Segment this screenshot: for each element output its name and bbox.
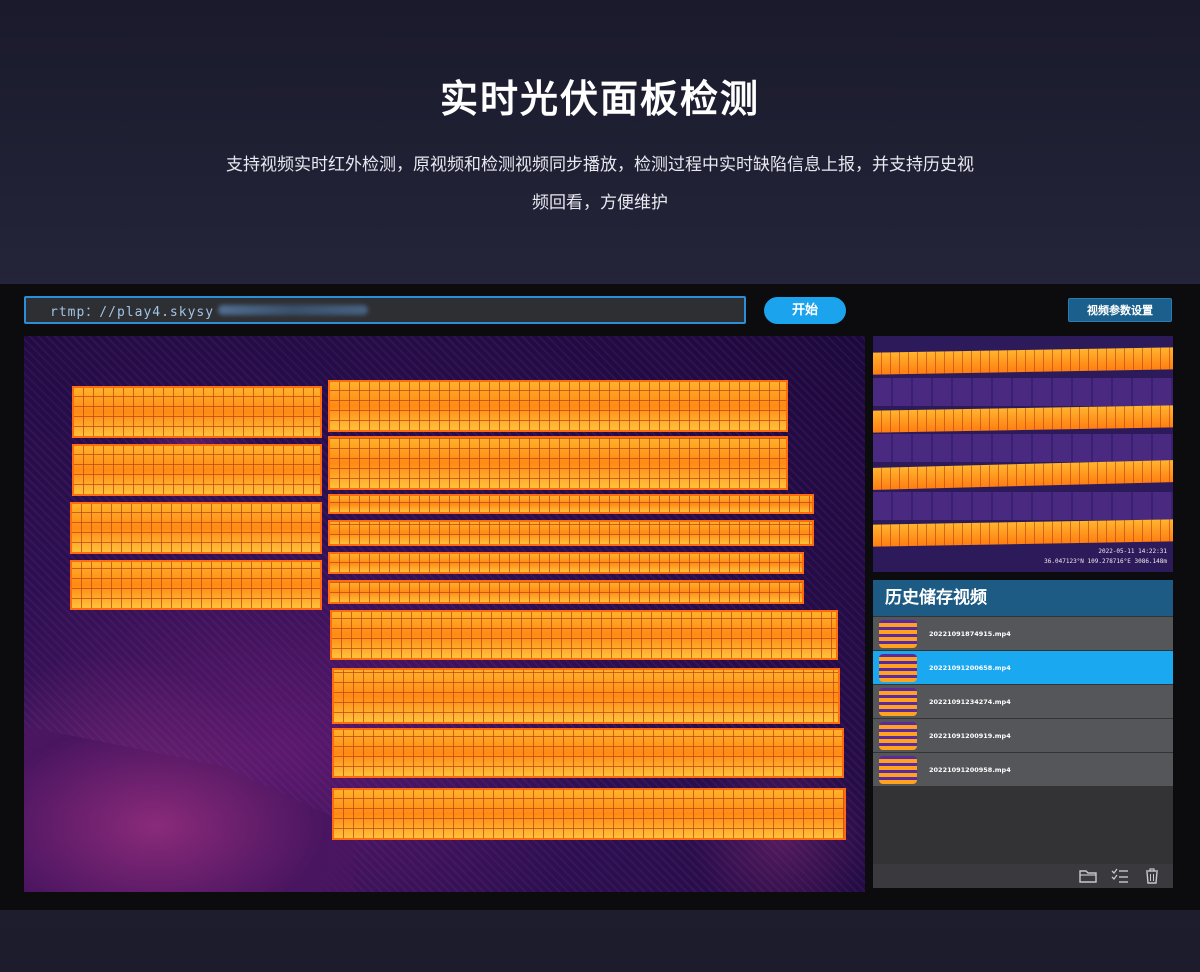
preview-coords: 36.047123°N 109.278716°E 3086.148m <box>1044 558 1167 565</box>
thermal-main-video <box>24 336 865 892</box>
folder-icon[interactable] <box>1079 868 1097 884</box>
panel-strip <box>873 347 1173 375</box>
hero-desc-line-1: 支持视频实时红外检测，原视频和检测视频同步播放，检测过程中实时缺陷信息上报，并支… <box>226 155 974 175</box>
video-filename: 20221091234274.mp4 <box>929 697 1011 706</box>
thermal-preview-video: 2022-05-11 14:22:31 36.047123°N 109.2787… <box>873 336 1173 572</box>
panel-strip <box>873 460 1173 490</box>
panel-strip-cold <box>873 434 1173 462</box>
panel-strip <box>873 519 1173 547</box>
video-params-button[interactable]: 视频参数设置 <box>1068 298 1172 322</box>
history-list-item[interactable]: 20221091200919.mp4 <box>873 719 1173 752</box>
history-list-item[interactable]: 20221091234274.mp4 <box>873 685 1173 718</box>
preview-timestamp: 2022-05-11 14:22:31 <box>1098 548 1167 555</box>
video-thumbnail <box>879 687 917 716</box>
stream-url-input[interactable]: rtmp：//play4.skysy <box>24 296 746 324</box>
history-list-item[interactable]: 20221091874915.mp4 <box>873 617 1173 650</box>
panel-strip <box>873 405 1173 433</box>
solar-panel-array <box>328 552 804 574</box>
video-filename: 20221091200658.mp4 <box>929 663 1011 672</box>
history-toolbar <box>873 864 1173 888</box>
hero-title: 实时光伏面板检测 <box>439 77 760 121</box>
hero-description: 支持视频实时红外检测，原视频和检测视频同步播放，检测过程中实时缺陷信息上报，并支… <box>160 146 1040 222</box>
solar-panel-array <box>72 386 322 438</box>
history-list-item-selected[interactable]: 20221091200658.mp4 <box>873 651 1173 684</box>
history-list-item[interactable]: 20221091200958.mp4 <box>873 753 1173 786</box>
solar-panel-array <box>328 380 788 432</box>
panel-strip-cold <box>873 378 1173 406</box>
solar-panel-array <box>328 494 814 514</box>
solar-panel-array <box>328 580 804 604</box>
solar-panel-array <box>332 668 840 724</box>
solar-panel-array <box>328 436 788 490</box>
solar-panel-array <box>70 502 322 554</box>
panel-strip-cold <box>873 492 1173 520</box>
video-thumbnail <box>879 653 917 682</box>
video-thumbnail <box>879 755 917 784</box>
app-window: rtmp：//play4.skysy 开始 视频参数设置 2022-05-11 … <box>0 284 1200 910</box>
checklist-icon[interactable] <box>1111 868 1129 884</box>
solar-panel-array <box>72 444 322 496</box>
stream-url-value: rtmp：//play4.skysy <box>50 304 215 320</box>
history-title: 历史储存视频 <box>873 580 1173 616</box>
video-filename: 20221091874915.mp4 <box>929 629 1011 638</box>
url-redacted-blur <box>218 305 369 315</box>
solar-panel-array <box>330 610 838 660</box>
history-video-panel: 历史储存视频 20221091874915.mp4 20221091200658… <box>873 580 1173 888</box>
video-thumbnail <box>879 619 917 648</box>
solar-panel-array <box>70 560 322 610</box>
video-thumbnail <box>879 721 917 750</box>
solar-panel-array <box>328 520 814 546</box>
trash-icon[interactable] <box>1143 868 1161 884</box>
start-button[interactable]: 开始 <box>764 297 846 324</box>
video-filename: 20221091200958.mp4 <box>929 765 1011 774</box>
solar-panel-array <box>332 788 846 840</box>
solar-panel-array <box>332 728 844 778</box>
hero-desc-line-2: 频回看，方便维护 <box>532 193 668 213</box>
video-filename: 20221091200919.mp4 <box>929 731 1011 740</box>
